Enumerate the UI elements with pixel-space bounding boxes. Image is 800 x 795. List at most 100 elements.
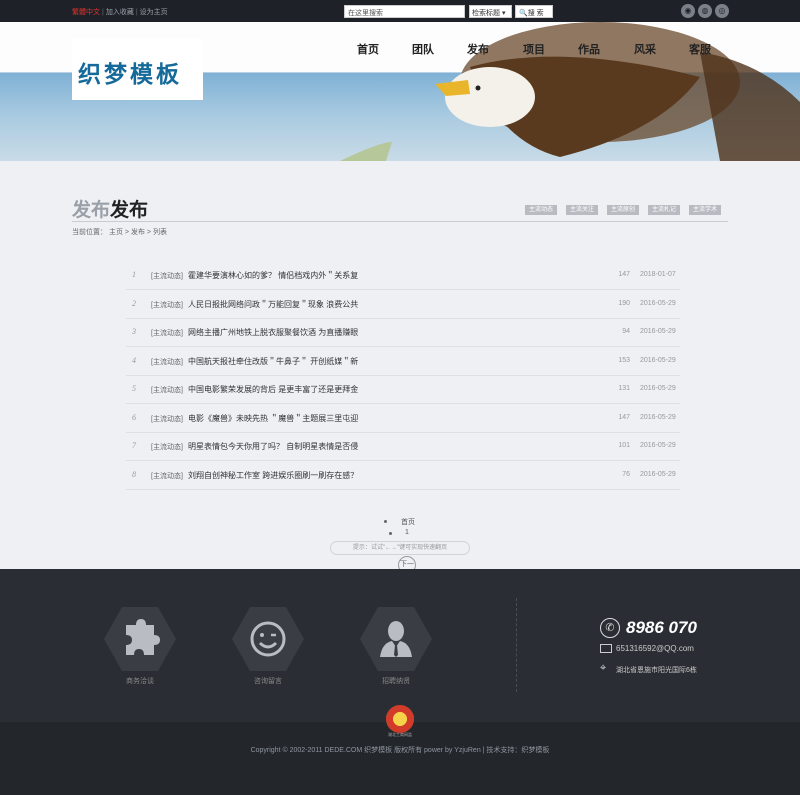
- row-number: 6: [132, 412, 136, 422]
- row-date: 2016-05-29: [640, 442, 676, 449]
- row-date: 2016-05-29: [640, 413, 676, 421]
- logo-text: 织梦模板: [78, 62, 182, 88]
- row-views: 76: [622, 470, 630, 478]
- row-number: 2: [132, 298, 136, 308]
- row-category[interactable]: [主流动态]: [151, 414, 183, 424]
- top-links: 繁體中文 | 加入收藏 | 设为主页: [72, 9, 168, 16]
- nav-home[interactable]: 首页: [357, 41, 379, 57]
- service-business-label: 商务洽谈: [126, 678, 154, 685]
- row-category[interactable]: [主流动态]: [151, 271, 183, 281]
- nav-publish[interactable]: 发布: [467, 41, 489, 57]
- category-tag-notes[interactable]: 主流札记: [648, 205, 681, 215]
- breadcrumb-publish[interactable]: 发布: [131, 229, 145, 236]
- category-tag-academic[interactable]: 主流学术: [689, 205, 722, 215]
- row-number: 8: [132, 469, 136, 479]
- row-number: 4: [132, 355, 136, 365]
- table-row[interactable]: 4 [主流动态] 中国航天报社牵住改版＂牛鼻子＂ 开创纸媒＂新 153 2016-05-…: [126, 348, 680, 376]
- row-views: 153: [618, 356, 630, 364]
- top-bar: 繁體中文 | 加入收藏 | 设为主页 在这里搜索 检索标题 ▾ 🔍搜 索 ◉ ◍ ◎: [0, 0, 800, 22]
- table-row[interactable]: 8 [主流动态] 刘翔自创神秘工作室 跨进娱乐圈刷一刷存在感？ 76 2016-05-2…: [126, 462, 680, 490]
- row-views: 131: [618, 385, 630, 392]
- row-title[interactable]: 中国航天报社牵住改版＂牛鼻子＂ 开创纸媒＂新: [188, 356, 358, 367]
- breadcrumb: 当前位置： 主页 > 发布 > 列表: [72, 227, 167, 237]
- table-row[interactable]: 5 [主流动态] 中国电影繁荣发展的背后 是更丰富了还是更拜金 131 2016-05-…: [126, 376, 680, 404]
- nav-team[interactable]: 团队: [412, 41, 434, 57]
- row-date: 2016-05-29: [640, 470, 676, 478]
- pagination-first[interactable]: 首页: [401, 517, 415, 527]
- site-logo[interactable]: 织梦模板: [72, 39, 203, 100]
- breadcrumb-sep: >: [124, 229, 129, 236]
- nav-service[interactable]: 客服: [689, 41, 711, 57]
- row-number: 7: [132, 441, 136, 450]
- link-traditional-chinese[interactable]: 繁體中文: [72, 9, 100, 16]
- search-input[interactable]: 在这里搜索: [344, 5, 465, 18]
- badge-caption: 湖北工商网监: [388, 732, 412, 737]
- table-row[interactable]: 1 [主流动态] 霍建华要演林心如的爹？ 情侣档戏内外＂关系复 147 2018-01-…: [126, 262, 680, 290]
- qq-icon[interactable]: ◉: [681, 4, 695, 18]
- mail-icon: [600, 644, 612, 653]
- row-date: 2016-05-29: [640, 328, 676, 335]
- breadcrumb-prefix: 当前位置：: [72, 229, 107, 236]
- table-row[interactable]: 2 [主流动态] 人民日报批网络问政＂万能回复＂现象 浪费公共 190 2016-05-…: [126, 291, 680, 319]
- link-set-homepage[interactable]: 设为主页: [140, 9, 168, 16]
- row-title[interactable]: 霍建华要演林心如的爹？ 情侣档戏内外＂关系复: [188, 270, 358, 281]
- row-date: 2016-05-29: [640, 356, 676, 364]
- header-banner: 织梦模板 首页 团队 发布 项目 作品 风采 客服: [0, 22, 800, 161]
- heading-divider: [72, 221, 728, 222]
- row-category[interactable]: [主流动态]: [151, 442, 183, 452]
- row-views: 147: [618, 271, 630, 278]
- row-category[interactable]: [主流动态]: [151, 385, 183, 395]
- copyright: Copyright © 2002-2011 DEDE.COM 织梦模板 版权所有…: [250, 747, 550, 754]
- nav-projects[interactable]: 项目: [523, 41, 545, 57]
- nav-works[interactable]: 作品: [578, 41, 600, 57]
- category-tag-dynamic[interactable]: 主流动态: [525, 205, 558, 215]
- row-category[interactable]: [主流动态]: [151, 300, 183, 310]
- weibo-icon[interactable]: ◎: [715, 4, 729, 18]
- contact-address: 湖北省恩施市阳光国际6栋: [616, 667, 697, 674]
- table-row[interactable]: 3 [主流动态] 网络主播广州地铁上脱衣服聚餐饮酒 为直播赚眼 94 2016-05-2…: [126, 319, 680, 347]
- search-icon: 🔍: [519, 10, 528, 17]
- row-title[interactable]: 明星表情包今天你用了吗？ 自制明星表情是否侵: [188, 441, 358, 452]
- row-number: 5: [132, 384, 136, 393]
- table-row[interactable]: 7 [主流动态] 明星表情包今天你用了吗？ 自制明星表情是否侵 101 2016-05-…: [126, 433, 680, 461]
- category-tag-original[interactable]: 主流原创: [607, 205, 640, 215]
- page-title-dark: 发布: [110, 200, 149, 221]
- nav-style[interactable]: 风采: [634, 41, 656, 57]
- contact-email[interactable]: 651316592@QQ.com: [616, 644, 694, 653]
- row-title[interactable]: 电影《魔兽》未映先热 ＂魔兽＂主题展三里屯迎: [188, 413, 358, 424]
- contact-phone: 8986 070: [626, 618, 697, 637]
- page-title-light: 发布: [72, 200, 111, 221]
- row-views: 101: [618, 442, 630, 449]
- link-add-favorite[interactable]: 加入收藏: [106, 9, 134, 16]
- row-date: 2018-01-07: [640, 271, 676, 278]
- row-category[interactable]: [主流动态]: [151, 357, 183, 367]
- category-tag-focus[interactable]: 主流关注: [566, 205, 599, 215]
- row-category[interactable]: [主流动态]: [151, 328, 183, 338]
- table-row[interactable]: 6 [主流动态] 电影《魔兽》未映先热 ＂魔兽＂主题展三里屯迎 147 2016-05-…: [126, 405, 680, 433]
- breadcrumb-home[interactable]: 主页: [109, 229, 123, 236]
- pagination-hint: 提示：试试"←→"键可实现快速翻页: [330, 541, 470, 555]
- pagination-bullet: [384, 520, 387, 523]
- search-button[interactable]: 🔍搜 索: [515, 5, 553, 18]
- row-title[interactable]: 网络主播广州地铁上脱衣服聚餐饮酒 为直播赚眼: [188, 327, 358, 338]
- row-title[interactable]: 中国电影繁荣发展的背后 是更丰富了还是更拜金: [188, 384, 358, 395]
- pagination-bullet: [389, 532, 392, 535]
- row-date: 2016-05-29: [640, 299, 676, 307]
- row-views: 94: [622, 328, 630, 335]
- footer-divider: [516, 598, 517, 692]
- pagination-page-1[interactable]: 1: [405, 529, 409, 536]
- row-date: 2016-05-29: [640, 385, 676, 392]
- row-category[interactable]: [主流动态]: [151, 471, 183, 481]
- police-badge-icon[interactable]: [386, 705, 414, 733]
- location-icon: ⌖: [600, 662, 607, 674]
- phone-icon: ✆: [600, 618, 620, 638]
- row-views: 147: [618, 413, 630, 421]
- search-type-select[interactable]: 检索标题 ▾: [469, 5, 512, 18]
- row-number: 1: [132, 270, 136, 279]
- service-recruit-label: 招聘纳贤: [382, 678, 410, 685]
- wechat-icon[interactable]: ◍: [698, 4, 712, 18]
- row-number: 3: [132, 327, 136, 336]
- row-title[interactable]: 人民日报批网络问政＂万能回复＂现象 浪费公共: [188, 299, 358, 310]
- page-title: 发布发布: [72, 195, 148, 222]
- row-title[interactable]: 刘翔自创神秘工作室 跨进娱乐圈刷一刷存在感？: [188, 470, 358, 481]
